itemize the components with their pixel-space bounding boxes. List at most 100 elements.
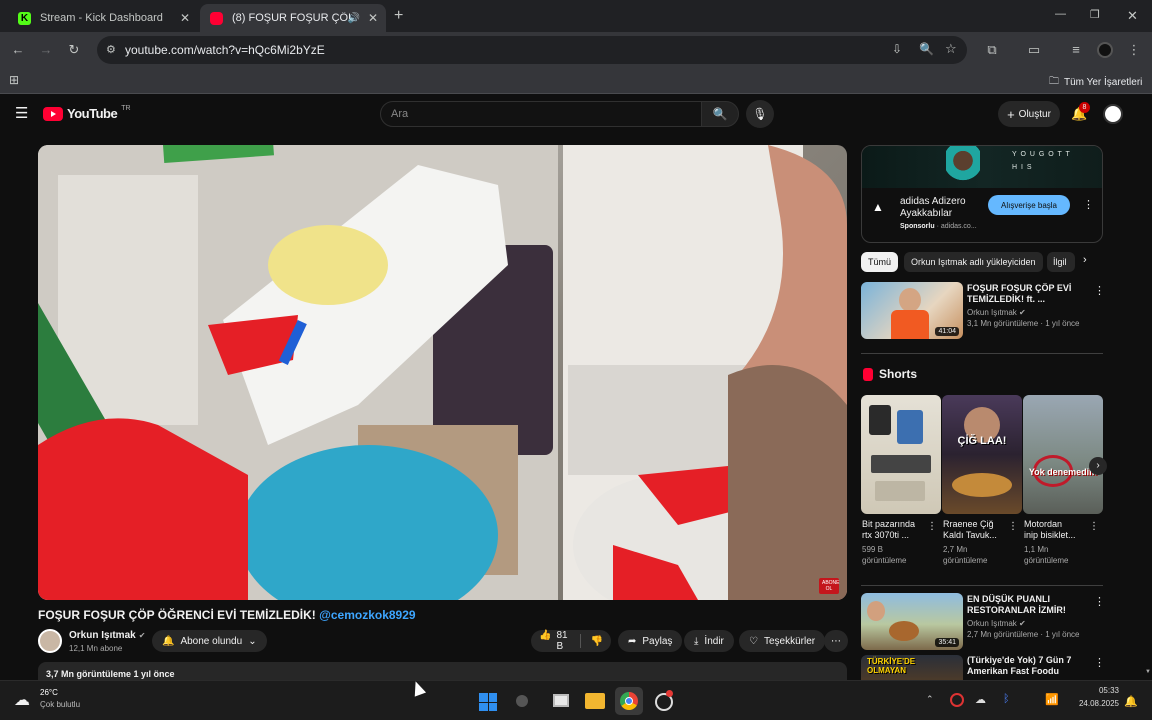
reload-icon[interactable]: ↻ xyxy=(66,42,82,58)
tab-close-icon[interactable]: ✕ xyxy=(180,11,190,25)
short-thumbnail-2[interactable]: ÇİĞ LAA! xyxy=(942,395,1022,514)
more-video-info-1[interactable]: EN DÜŞÜK PUANLI RESTORANLAR İZMİR! Orkun… xyxy=(967,594,1089,640)
search-icon: 🔍 xyxy=(712,107,728,121)
chip-from-uploader[interactable]: Orkun Işıtmak adlı yükleyiciden xyxy=(904,252,1043,272)
app-taskbar-icon[interactable] xyxy=(655,690,673,711)
recommended-thumbnail[interactable]: 41:04 xyxy=(861,282,963,339)
all-bookmarks-button[interactable]: 🗀 Tüm Yer İşaretleri xyxy=(1049,74,1142,91)
apps-grid-icon[interactable]: ⊞ xyxy=(9,73,19,87)
video-duration: 41:04 xyxy=(935,327,959,336)
tab-kick-dashboard[interactable]: K Stream - Kick Dashboard ✕ xyxy=(8,4,198,32)
more-video-thumbnail-2[interactable]: TÜRKİYE'DE OLMAYAN xyxy=(861,655,963,680)
short-info-2[interactable]: Rraenee Çiğ Kaldı Tavuk... 2,7 Mn görünt… xyxy=(943,519,1011,566)
subscriber-count: 12,1 Mn abone xyxy=(69,644,123,653)
subscribed-button[interactable]: 🔔 Abone olundu ⌄ xyxy=(152,630,267,652)
minimize-button[interactable]: — xyxy=(1055,8,1066,20)
show-hidden-icons-chevron-icon[interactable]: ⌃ xyxy=(926,694,934,705)
task-view-icon[interactable] xyxy=(553,694,569,707)
shorts-next-button[interactable]: › xyxy=(1089,457,1107,475)
short-thumbnail-1[interactable] xyxy=(861,395,941,514)
side-panel-icon[interactable]: ▭ xyxy=(1026,42,1042,58)
network-icon[interactable]: 📶 xyxy=(1045,693,1059,706)
more-video-thumbnail-1[interactable]: 35:41 xyxy=(861,593,963,650)
extensions-icon[interactable]: ⧉ xyxy=(984,42,1000,58)
voice-search-button[interactable]: 🎙 xyxy=(746,100,774,128)
zoom-icon[interactable]: 🔍 xyxy=(919,42,934,56)
search-button[interactable]: 🔍 xyxy=(701,101,739,127)
recommended-info[interactable]: FOŞUR FOŞUR ÇÖP EVİ TEMİZLEDİK! ft. ... … xyxy=(967,283,1087,329)
chip-related[interactable]: İlgil xyxy=(1047,252,1075,272)
tray-cloud-icon[interactable]: ☁ xyxy=(975,693,986,706)
more-actions-button[interactable]: ⋯ xyxy=(824,630,848,652)
tray-app-icon[interactable] xyxy=(950,693,964,707)
ad-sponsor-line: Sponsorlu · adidas.co... xyxy=(900,223,977,230)
video-options-icon[interactable]: ⋮ xyxy=(1094,284,1105,297)
short-thumbnail-3[interactable]: Yok denemedim xyxy=(1023,395,1103,514)
back-arrow-icon[interactable]: ← xyxy=(10,42,26,58)
windows-start-icon[interactable] xyxy=(479,693,497,711)
profile-avatar[interactable] xyxy=(1097,42,1113,58)
share-button[interactable]: ➦ Paylaş xyxy=(618,630,683,652)
scroll-down-arrow-icon[interactable]: ▼ xyxy=(1145,669,1151,675)
youtube-logo[interactable]: YouTube TR xyxy=(43,105,131,121)
mention-link[interactable]: @cemozkok8929 xyxy=(319,608,415,622)
youtube-play-logo-icon xyxy=(43,106,63,121)
ad-shop-button[interactable]: Alışverişe başla xyxy=(988,195,1070,215)
more-video-info-2[interactable]: (Türkiye'de Yok) 7 Gün 7 Amerikan Fast F… xyxy=(967,655,1089,677)
chip-all[interactable]: Tümü xyxy=(861,252,899,272)
bookmarks-bar: ⊞ 🗀 Tüm Yer İşaretleri xyxy=(0,68,1152,94)
short-info-3[interactable]: Motordan inip bisiklet... 1,1 Mn görüntü… xyxy=(1024,519,1092,566)
browser-menu-icon[interactable]: ⋮ xyxy=(1126,42,1142,58)
subscribe-overlay-badge[interactable]: ABONE OL xyxy=(819,578,840,594)
description-box[interactable]: 3,7 Mn görüntüleme 1 yıl önce xyxy=(38,662,847,682)
file-explorer-icon[interactable] xyxy=(585,693,605,709)
create-button[interactable]: + Oluştur xyxy=(998,101,1060,127)
search-input[interactable]: Ara xyxy=(380,101,702,127)
video-options-icon[interactable]: ⋮ xyxy=(1094,656,1105,669)
tray-bluetooth-icon[interactable]: ᛒ xyxy=(1003,693,1010,705)
chips-next-chevron-icon[interactable]: › xyxy=(1083,254,1087,266)
shorts-logo-icon xyxy=(863,367,873,381)
page-scrollbar[interactable]: ▼ xyxy=(1143,96,1152,680)
thanks-button[interactable]: ♡ Teşekkürler xyxy=(739,630,826,652)
weather-description: Çok bulutlu xyxy=(40,700,81,709)
download-button[interactable]: ⤓ İndir xyxy=(684,630,734,652)
sponsored-ad-card[interactable]: Y O U G O T T H I S ▲ adidas Adizero Aya… xyxy=(861,145,1103,243)
site-info-icon[interactable]: ⚙ xyxy=(106,43,116,56)
short-options-icon[interactable]: ⋮ xyxy=(1089,521,1099,532)
like-button[interactable]: 👍 81 B xyxy=(539,630,570,652)
dislike-button[interactable]: 👎 xyxy=(591,636,603,647)
tab-youtube-video[interactable]: (8) FOŞUR FOŞUR ÇÖP ÖĞR 🔊 ✕ xyxy=(200,4,386,32)
video-options-icon[interactable]: ⋮ xyxy=(1094,595,1105,608)
forward-arrow-icon[interactable]: → xyxy=(38,42,54,58)
chrome-taskbar-button[interactable] xyxy=(615,687,643,715)
chevron-down-icon: ⌄ xyxy=(248,635,257,647)
close-window-button[interactable]: ✕ xyxy=(1127,8,1138,24)
account-avatar[interactable] xyxy=(1103,104,1123,124)
hamburger-menu-icon[interactable]: ☰ xyxy=(15,104,28,122)
short-overlay-text: Yok denemedim xyxy=(1028,467,1098,477)
tab-close-icon[interactable]: ✕ xyxy=(368,11,378,25)
kick-favicon-icon: K xyxy=(18,11,31,25)
audio-playing-icon[interactable]: 🔊 xyxy=(348,13,360,24)
channel-name[interactable]: Orkun Işıtmak ✔ xyxy=(69,630,145,641)
search-taskbar-icon[interactable] xyxy=(516,695,528,707)
ad-title: adidas Adizero Ayakkabılar xyxy=(900,196,966,219)
short-info-1[interactable]: Bit pazarında rtx 3070ti ... 599 B görün… xyxy=(862,519,930,566)
video-player[interactable]: ABONE OL xyxy=(38,145,847,600)
notification-center-icon[interactable]: 🔔 xyxy=(1124,695,1138,708)
maximize-button[interactable]: ❐ xyxy=(1090,8,1100,21)
channel-avatar[interactable] xyxy=(38,629,62,653)
short-options-icon[interactable]: ⋮ xyxy=(927,521,937,532)
short-overlay-text: ÇİĞ LAA! xyxy=(957,435,1007,447)
weather-cloud-icon[interactable]: ☁ xyxy=(14,690,30,710)
bookmark-star-icon[interactable]: ☆ xyxy=(945,41,957,57)
address-bar[interactable]: ⚙ youtube.com/watch?v=hQc6Mi2bYzE ⇩ 🔍 ☆ xyxy=(97,36,967,64)
short-options-icon[interactable]: ⋮ xyxy=(1008,521,1018,532)
install-app-icon[interactable]: ⇩ xyxy=(892,42,902,56)
new-tab-button[interactable]: + xyxy=(394,7,403,25)
plus-icon: + xyxy=(1007,106,1015,122)
ad-more-icon[interactable]: ⋮ xyxy=(1083,198,1094,211)
media-controls-icon[interactable]: ≡ xyxy=(1068,42,1084,58)
super-thanks-icon: ♡ xyxy=(749,635,758,647)
